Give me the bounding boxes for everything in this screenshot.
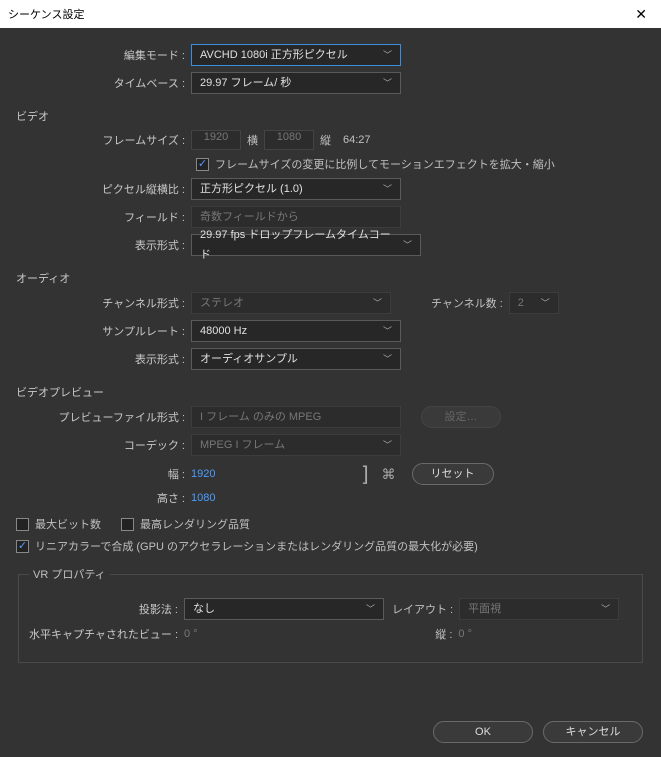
preview-width-value[interactable]: 1920 — [191, 468, 215, 480]
field-label: フィールド : — [16, 209, 191, 225]
max-bit-label: 最大ビット数 — [35, 516, 101, 532]
chevron-down-icon: ﹀ — [601, 599, 610, 619]
frame-height-unit: 縦 — [320, 132, 331, 148]
video-display-value: 29.97 fps ドロップフレームタイムコード — [200, 225, 395, 265]
chevron-down-icon: ﹀ — [383, 73, 392, 93]
preview-height-label: 高さ : — [16, 490, 191, 506]
preview-width-label: 幅 : — [16, 466, 191, 482]
max-bit-checkbox[interactable] — [16, 518, 29, 531]
config-button: 設定… — [421, 406, 501, 428]
chevron-down-icon: ﹀ — [541, 293, 550, 313]
audio-display-label: 表示形式 : — [16, 351, 191, 367]
dialog-body: 編集モード : AVCHD 1080i 正方形ピクセル ﹀ タイムベース : 2… — [0, 28, 661, 757]
frame-height-input: 1080 — [264, 130, 314, 150]
footer: OK キャンセル — [433, 721, 643, 743]
vert-value: 0 ° — [458, 628, 472, 640]
preview-file-select: I フレーム のみの MPEG — [191, 406, 401, 428]
video-display-select[interactable]: 29.97 fps ドロップフレームタイムコード ﹀ — [191, 234, 421, 256]
linear-color-label: リニアカラーで合成 (GPU のアクセラレーションまたはレンダリング品質の最大化… — [35, 538, 478, 554]
vert-label: 縦 : — [435, 626, 452, 642]
link-icon[interactable]: ⌘ — [376, 466, 402, 483]
frame-aspect: 64:27 — [343, 134, 371, 146]
audio-display-value: オーディオサンプル — [200, 349, 298, 369]
chevron-down-icon: ﹀ — [366, 599, 375, 619]
pixel-aspect-value: 正方形ピクセル (1.0) — [200, 179, 303, 199]
window-title: シーケンス設定 — [8, 6, 84, 22]
sample-rate-value: 48000 Hz — [200, 321, 247, 341]
preview-file-label: プレビューファイル形式 : — [16, 409, 191, 425]
channel-count-select: 2 ﹀ — [509, 292, 559, 314]
preview-section-label: ビデオプレビュー — [16, 384, 645, 400]
scale-motion-label: フレームサイズの変更に比例してモーションエフェクトを拡大・縮小 — [215, 156, 555, 172]
timebase-value: 29.97 フレーム/ 秒 — [200, 73, 291, 93]
chevron-down-icon: ﹀ — [383, 349, 392, 369]
video-display-label: 表示形式 : — [16, 237, 191, 253]
timebase-select[interactable]: 29.97 フレーム/ 秒 ﹀ — [191, 72, 401, 94]
chevron-down-icon: ﹀ — [383, 179, 392, 199]
frame-width-unit: 横 — [247, 132, 258, 148]
vr-section-label: VR プロパティ — [29, 566, 110, 582]
edit-mode-value: AVCHD 1080i 正方形ピクセル — [200, 45, 348, 65]
cancel-button[interactable]: キャンセル — [543, 721, 643, 743]
layout-value: 平面視 — [468, 599, 501, 619]
channel-format-select: ステレオ ﹀ — [191, 292, 391, 314]
audio-section-label: オーディオ — [16, 270, 645, 286]
codec-select: MPEG I フレーム ﹀ — [191, 434, 401, 456]
chevron-down-icon: ﹀ — [383, 435, 392, 455]
preview-file-value: I フレーム のみの MPEG — [200, 407, 321, 427]
channel-count-value: 2 — [518, 293, 524, 313]
edit-mode-select[interactable]: AVCHD 1080i 正方形ピクセル ﹀ — [191, 44, 401, 66]
timebase-label: タイムベース : — [16, 75, 191, 91]
scale-motion-checkbox[interactable] — [196, 158, 209, 171]
linear-color-checkbox[interactable] — [16, 540, 29, 553]
chevron-down-icon: ﹀ — [383, 321, 392, 341]
codec-value: MPEG I フレーム — [200, 435, 285, 455]
field-value: 奇数フィールドから — [200, 207, 299, 227]
framesize-label: フレームサイズ : — [16, 132, 191, 148]
layout-label: レイアウト : — [392, 601, 453, 617]
channel-count-label: チャンネル数 : — [431, 295, 503, 311]
close-icon[interactable]: ✕ — [629, 6, 653, 23]
link-bracket-icon: ] — [355, 462, 375, 486]
chevron-down-icon: ﹀ — [403, 235, 412, 255]
titlebar: シーケンス設定 ✕ — [0, 0, 661, 28]
projection-label: 投影法 : — [29, 601, 184, 617]
codec-label: コーデック : — [16, 437, 191, 453]
preview-height-value[interactable]: 1080 — [191, 492, 215, 504]
chevron-down-icon: ﹀ — [383, 45, 392, 65]
edit-mode-label: 編集モード : — [16, 47, 191, 63]
horiz-capture-label: 水平キャプチャされたビュー : — [29, 626, 184, 642]
projection-value: なし — [193, 599, 215, 619]
max-render-checkbox[interactable] — [121, 518, 134, 531]
chevron-down-icon: ﹀ — [373, 293, 382, 313]
channel-format-value: ステレオ — [200, 293, 244, 313]
sample-rate-select[interactable]: 48000 Hz ﹀ — [191, 320, 401, 342]
pixel-aspect-select[interactable]: 正方形ピクセル (1.0) ﹀ — [191, 178, 401, 200]
ok-button[interactable]: OK — [433, 721, 533, 743]
channel-format-label: チャンネル形式 : — [16, 295, 191, 311]
audio-display-select[interactable]: オーディオサンプル ﹀ — [191, 348, 401, 370]
reset-button[interactable]: リセット — [412, 463, 494, 485]
video-section-label: ビデオ — [16, 108, 645, 124]
pixel-aspect-label: ピクセル縦横比 : — [16, 181, 191, 197]
vr-fieldset: VR プロパティ 投影法 : なし ﹀ レイアウト : 平面視 ﹀ 水平キャプチ… — [18, 566, 643, 663]
projection-select[interactable]: なし ﹀ — [184, 598, 384, 620]
horiz-capture-value: 0 ° — [184, 628, 198, 640]
sample-rate-label: サンプルレート : — [16, 323, 191, 339]
layout-select: 平面視 ﹀ — [459, 598, 619, 620]
max-render-label: 最高レンダリング品質 — [140, 516, 250, 532]
frame-width-input: 1920 — [191, 130, 241, 150]
